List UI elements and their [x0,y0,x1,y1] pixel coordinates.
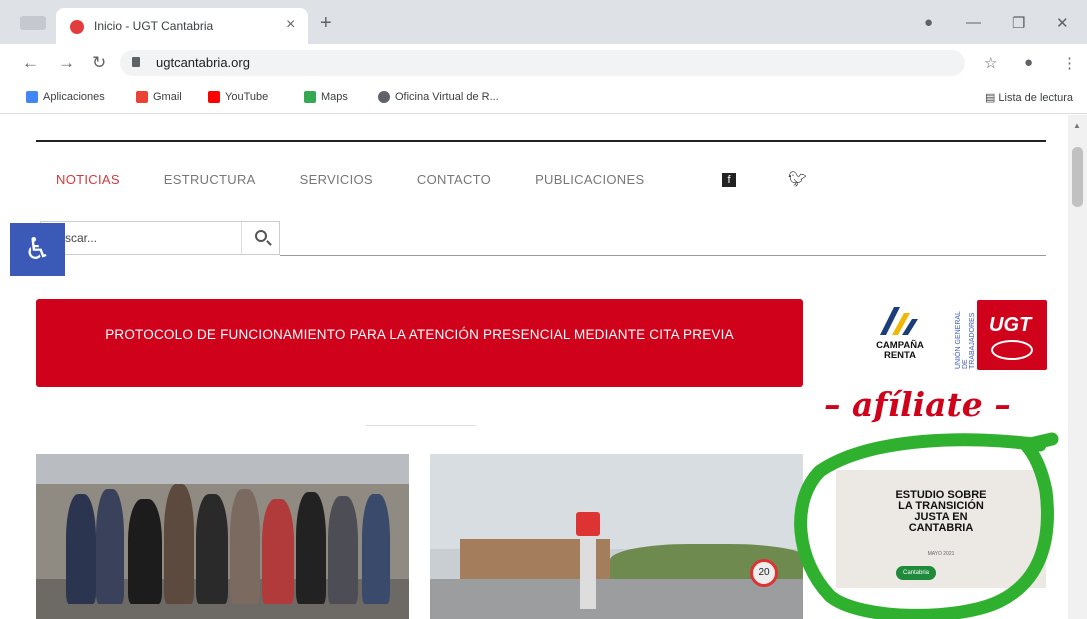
apps-grid-icon [26,91,38,103]
nav-contacto[interactable]: CONTACTO [417,172,491,187]
nav-estructura[interactable]: ESTRUCTURA [164,172,256,187]
accessibility-icon[interactable]: ♿︎ [10,223,65,276]
handshake-icon [991,340,1033,360]
news-photo-street[interactable]: 20 [430,454,803,619]
bookmark-oficina[interactable]: Oficina Virtual de R... [378,91,499,103]
forward-icon[interactable]: → [58,53,75,73]
twitter-icon[interactable]: 🐦︎ [788,170,807,188]
address-bar[interactable]: ugtcantabria.org [120,50,965,76]
tab-search-icon[interactable] [20,16,46,30]
maps-icon [304,91,316,103]
bookmark-youtube[interactable]: YouTube [208,91,268,103]
scroll-up-icon[interactable]: ▲ [1073,121,1081,130]
reload-icon[interactable]: ↻ [92,53,106,73]
new-tab-button[interactable]: + [320,12,332,35]
youtube-icon [208,91,220,103]
restore-icon[interactable]: ❐ [1012,14,1025,32]
search-box [40,221,280,255]
back-icon[interactable]: ← [22,53,39,73]
ugt-vertical-text: UNIÓN GENERAL DE TRABAJADORES [955,311,976,369]
section-divider [366,425,476,426]
page-scrollbar[interactable]: ▲ [1068,115,1087,619]
ugt-favicon-icon [70,20,84,34]
ugt-logo[interactable]: UGT [977,300,1047,370]
speed-limit-sign: 20 [750,559,778,587]
green-annotation-circle [794,432,1059,619]
scroll-thumb[interactable] [1072,147,1083,207]
profile-circle-icon[interactable]: ● [924,14,933,31]
facebook-icon[interactable]: f [722,173,736,187]
close-window-icon[interactable]: ✕ [1056,14,1069,32]
reading-list[interactable]: ▤ Lista de lectura [985,91,1073,104]
active-tab[interactable]: Inicio - UGT Cantabria × [56,8,308,44]
header-divider [280,255,1046,256]
bookmark-maps[interactable]: Maps [304,91,348,103]
search-icon [255,230,267,242]
campana-renta-logo[interactable]: CAMPAÑA RENTA [860,301,940,371]
afiliate-link[interactable]: – afíliate – [824,385,1011,424]
tab-close-icon[interactable]: × [286,16,295,34]
gmail-icon [136,91,148,103]
account-icon[interactable]: ● [1024,54,1033,71]
main-nav: NOTICIAS ESTRUCTURA SERVICIOS CONTACTO P… [56,172,688,187]
search-input[interactable] [65,229,245,247]
campana-renta-text: CAMPAÑA RENTA [876,340,924,361]
menu-dots-icon[interactable]: ⋮ [1062,54,1077,72]
nav-servicios[interactable]: SERVICIOS [300,172,373,187]
globe-icon [378,91,390,103]
ugt-logo-text: UGT [989,314,1032,336]
protocol-banner[interactable]: PROTOCOLO DE FUNCIONAMIENTO PARA LA ATEN… [36,299,803,387]
search-button[interactable] [241,222,281,254]
news-photo-group[interactable] [36,454,409,619]
url-text[interactable]: ugtcantabria.org [156,55,250,70]
star-icon[interactable]: ☆ [984,54,997,72]
gas-station-logo-icon [576,512,600,536]
bookmark-gmail[interactable]: Gmail [136,91,182,103]
lock-icon [132,57,140,67]
nav-noticias[interactable]: NOTICIAS [56,172,120,187]
nav-publicaciones[interactable]: PUBLICACIONES [535,172,644,187]
tab-bar: Inicio - UGT Cantabria × + ● — ❐ ✕ [0,0,1087,44]
minimize-icon[interactable]: — [966,14,981,31]
web-page: NOTICIAS ESTRUCTURA SERVICIOS CONTACTO P… [0,115,1068,619]
tab-title: Inicio - UGT Cantabria [94,19,214,33]
top-divider [36,140,1046,142]
browser-toolbar: ← → ↻ ugtcantabria.org ☆ ● ⋮ [0,44,1087,82]
bookmark-apps[interactable]: Aplicaciones [26,91,105,103]
bookmarks-bar: Aplicaciones Gmail YouTube Maps Oficina … [0,82,1087,114]
campana-renta-mark-icon [880,307,918,335]
